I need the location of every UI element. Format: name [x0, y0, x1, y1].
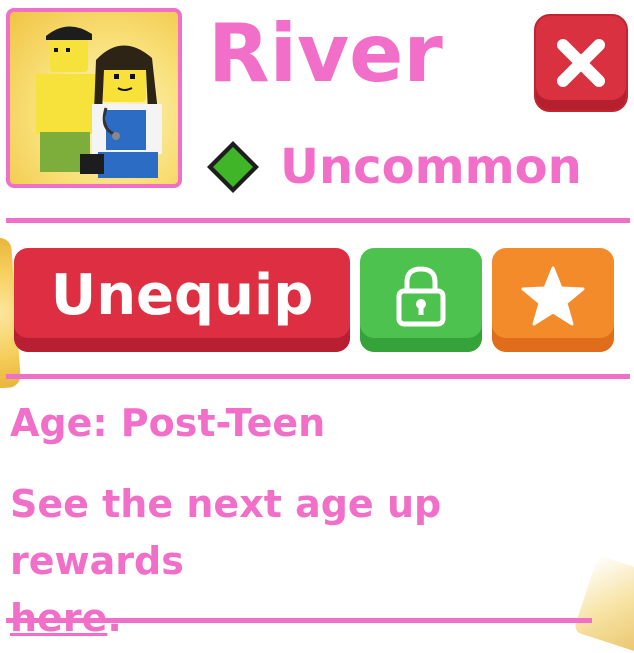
background-decoration: [573, 555, 634, 653]
pet-name: River: [208, 7, 443, 100]
divider: [6, 218, 630, 223]
star-icon: [521, 266, 585, 326]
divider: [6, 618, 592, 623]
rarity-label: Uncommon: [280, 139, 582, 195]
rarity-diamond-icon: [207, 141, 259, 193]
favorite-button[interactable]: [492, 248, 614, 352]
lock-button[interactable]: [360, 248, 482, 352]
age-label: Age: Post-Teen: [10, 401, 326, 445]
character-image: [36, 26, 162, 178]
unequip-button[interactable]: Unequip: [14, 248, 350, 352]
lock-icon: [396, 266, 446, 327]
close-icon: [557, 39, 605, 87]
pet-portrait: [6, 8, 182, 188]
rarity-row: Uncommon: [204, 138, 582, 196]
close-button[interactable]: [534, 14, 628, 112]
divider: [6, 374, 630, 379]
rewards-prefix: See the next age up rewards: [10, 482, 442, 583]
